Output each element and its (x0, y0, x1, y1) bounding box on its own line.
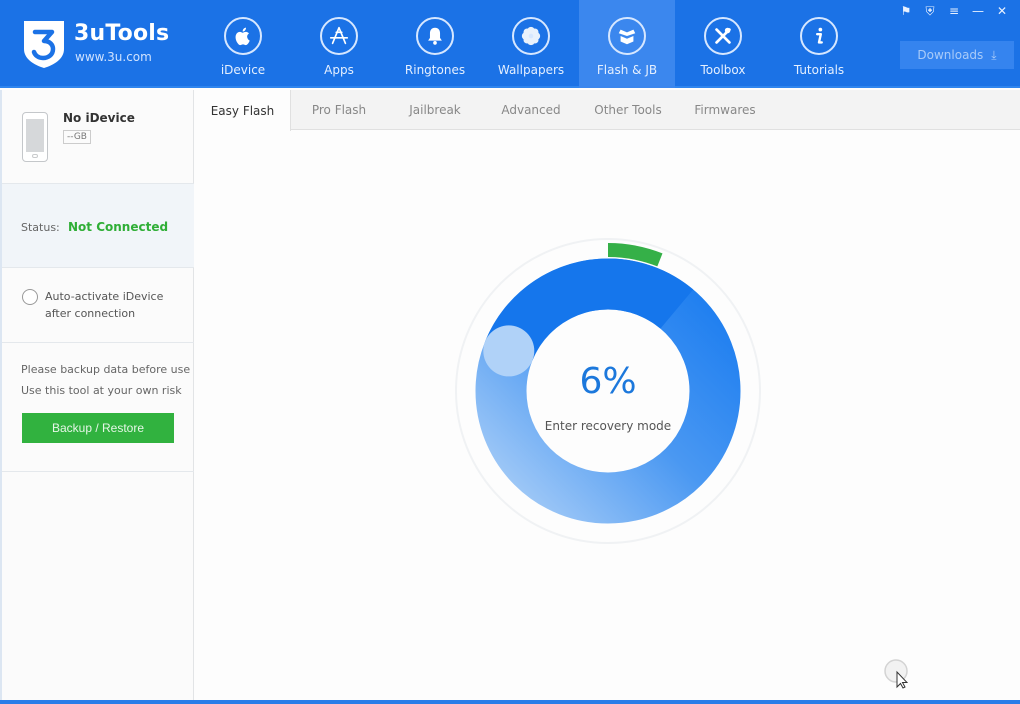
tab-other-tools[interactable]: Other Tools (579, 90, 677, 130)
tab-bar: Easy Flash Pro Flash Jailbreak Advanced … (195, 90, 1020, 131)
downloads-button[interactable]: Downloads ⤓ (900, 41, 1014, 69)
nav-ringtones[interactable]: Ringtones (387, 0, 483, 88)
nav-wallpapers[interactable]: Wallpapers (483, 0, 579, 88)
menu-icon[interactable]: ≡ (944, 2, 964, 20)
nav-label: Apps (324, 63, 354, 77)
tab-pro-flash[interactable]: Pro Flash (291, 90, 387, 130)
tab-firmwares[interactable]: Firmwares (677, 90, 773, 130)
minimize-icon[interactable]: — (968, 2, 988, 20)
nav-label: Flash & JB (596, 63, 658, 77)
main-nav: iDevice Apps Ringtones Wallpapers Flash … (195, 0, 867, 88)
status-label: Status: (21, 221, 60, 234)
tab-easy-flash[interactable]: Easy Flash (195, 90, 291, 131)
app-name: 3uTools (74, 21, 170, 46)
device-capacity: --GB (63, 130, 91, 144)
auto-activate-section: Auto-activate iDevice after connection (2, 268, 194, 343)
flower-icon (512, 17, 550, 55)
nav-label: Tutorials (793, 63, 845, 77)
bottom-bar (0, 700, 1020, 704)
tab-jailbreak[interactable]: Jailbreak (387, 90, 483, 130)
status-section: Status: Not Connected (2, 184, 194, 268)
logo-shield-icon (24, 21, 64, 68)
auto-activate-line1: Auto-activate iDevice (45, 290, 164, 303)
nav-toolbox[interactable]: Toolbox (675, 0, 771, 88)
app-logo: 3uTools www.3u.com (22, 19, 222, 71)
warning-line2: Use this tool at your own risk (21, 384, 182, 397)
auto-activate-radio[interactable] (22, 289, 38, 305)
progress-step: Enter recovery mode (544, 419, 672, 433)
app-store-icon (320, 17, 358, 55)
window-controls: ⚑ ⛨ ≡ — ✕ (896, 2, 1012, 20)
nav-apps[interactable]: Apps (291, 0, 387, 88)
dark-arc (485, 258, 694, 362)
sidebar: No iDevice --GB Status: Not Connected Au… (0, 90, 194, 700)
backup-restore-button[interactable]: Backup / Restore (22, 413, 174, 443)
box-icon (608, 17, 646, 55)
tools-icon (704, 17, 742, 55)
auto-activate-label: Auto-activate iDevice after connection (45, 288, 185, 322)
device-section: No iDevice --GB (2, 90, 194, 184)
nav-label: iDevice (220, 63, 266, 77)
phone-icon (22, 112, 48, 162)
nav-flash-jb[interactable]: Flash & JB (579, 0, 675, 88)
downloads-label: Downloads (917, 48, 984, 62)
download-icon: ⤓ (991, 47, 997, 62)
tab-advanced[interactable]: Advanced (483, 90, 579, 130)
device-name: No iDevice (63, 111, 135, 125)
progress-percent: 6% (579, 361, 637, 402)
mouse-cursor-icon (884, 659, 908, 689)
warning-section: Please backup data before use Use this t… (2, 343, 194, 472)
top-bar: 3uTools www.3u.com iDevice Apps Ringtone… (0, 0, 1020, 88)
progress-arc (607, 243, 663, 267)
close-icon[interactable]: ✕ (992, 2, 1012, 20)
apple-icon (224, 17, 262, 55)
skin-icon[interactable]: ⛨ (920, 2, 940, 20)
bell-icon (416, 17, 454, 55)
feedback-icon[interactable]: ⚑ (896, 2, 916, 20)
flash-progress-ring: 6% Enter recovery mode (450, 235, 766, 551)
auto-activate-line2: after connection (45, 307, 136, 320)
nav-label: Ringtones (404, 63, 466, 77)
info-icon (800, 17, 838, 55)
main-panel: Easy Flash Pro Flash Jailbreak Advanced … (195, 90, 1020, 700)
warning-line1: Please backup data before use (21, 363, 191, 376)
nav-tutorials[interactable]: Tutorials (771, 0, 867, 88)
nav-label: Wallpapers (497, 63, 565, 77)
nav-idevice[interactable]: iDevice (195, 0, 291, 88)
app-url: www.3u.com (75, 50, 152, 64)
nav-label: Toolbox (700, 63, 746, 77)
status-value: Not Connected (68, 220, 169, 234)
